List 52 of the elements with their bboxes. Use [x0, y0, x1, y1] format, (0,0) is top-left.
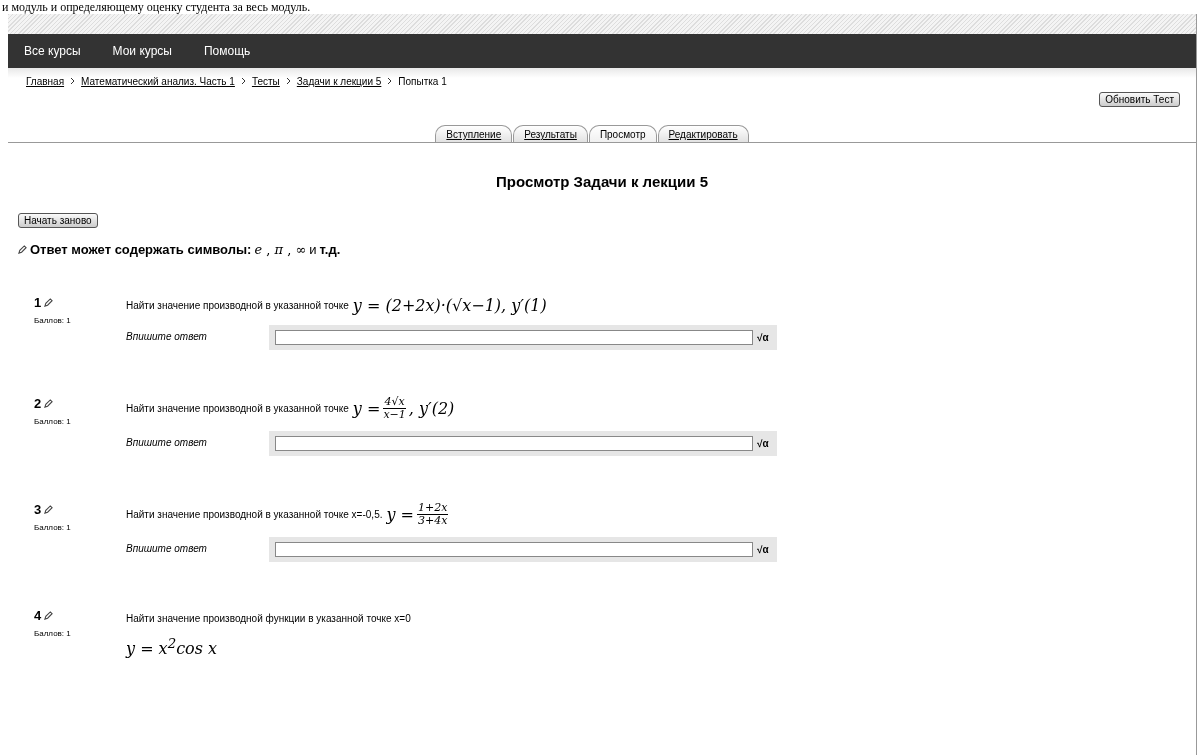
- breadcrumb-link[interactable]: Тесты: [251, 75, 280, 87]
- chevron-icon: [285, 77, 291, 85]
- chevron-icon: [240, 77, 246, 85]
- breadcrumb-current: Попытка 1: [398, 75, 447, 87]
- math-editor-button[interactable]: √α: [757, 332, 769, 343]
- answer-field[interactable]: [275, 330, 753, 345]
- question-text: Найти значение производной в указанной точке x=-0,5.: [126, 509, 383, 520]
- answer-field[interactable]: [275, 542, 753, 557]
- question-number: 1: [34, 295, 42, 310]
- tab[interactable]: Вступление: [435, 125, 513, 142]
- breadcrumb-link[interactable]: Главная: [26, 75, 65, 87]
- answer-label: Впишите ответ: [126, 330, 208, 344]
- breadcrumb-link[interactable]: Задачи к лекции 5: [296, 75, 382, 87]
- math-editor-button[interactable]: √α: [757, 544, 769, 555]
- nav-link[interactable]: Все курсы: [24, 44, 81, 58]
- math-symbols: e , π , ∞: [254, 242, 307, 257]
- breadcrumb-link[interactable]: Математический анализ. Часть 1: [81, 75, 235, 87]
- edit-pencil-icon: [44, 611, 54, 620]
- question-text: Найти значение производной в указанной точке: [126, 299, 349, 311]
- answer-field[interactable]: [275, 436, 753, 451]
- question-text: Найти значение производной функции в указанной точке x=0: [126, 612, 411, 624]
- note-tail: и: [309, 242, 317, 257]
- question-points: Баллов: 1: [34, 417, 72, 426]
- edit-pencil-icon: [44, 505, 54, 514]
- chevron-icon: [387, 77, 393, 85]
- math-formula: y = (2+2x)·(√x−1), y′(1): [352, 295, 547, 315]
- note-text: Ответ может содержать символы:: [30, 242, 252, 257]
- edit-pencil-icon: [44, 399, 54, 408]
- question-points: Баллов: 1: [34, 629, 72, 638]
- nav-link[interactable]: Мои курсы: [112, 44, 172, 58]
- question-points: Баллов: 1: [34, 523, 72, 532]
- edit-pencil-icon: [44, 298, 54, 307]
- tab[interactable]: Результаты: [513, 125, 588, 142]
- question-number: 3: [34, 502, 42, 517]
- page-heading: Просмотр Задачи к лекции 5: [495, 173, 709, 190]
- update-test-button[interactable]: Обновить Тест: [1099, 92, 1180, 107]
- question-number: 2: [34, 396, 42, 411]
- chevron-icon: [70, 77, 76, 85]
- document-text: и модуль и определяющему оценку студента за весь модуль.: [2, 0, 311, 14]
- restart-button[interactable]: Начать заново: [18, 213, 98, 228]
- answer-label: Впишите ответ: [126, 542, 208, 556]
- tab[interactable]: Редактировать: [657, 125, 749, 142]
- question-text: Найти значение производной в указанной точке: [126, 403, 349, 414]
- nav-link[interactable]: Помощь: [203, 44, 251, 58]
- math-editor-button[interactable]: √α: [757, 438, 769, 449]
- tab[interactable]: Просмотр: [588, 125, 657, 142]
- math-formula: y = x$^{2}$cos x: [126, 636, 219, 659]
- question-number: 4: [34, 608, 42, 623]
- question-points: Баллов: 1: [34, 316, 72, 325]
- note-tail-bold: т.д.: [319, 242, 341, 257]
- answer-label: Впишите ответ: [126, 436, 208, 450]
- pencil-icon: [18, 245, 27, 254]
